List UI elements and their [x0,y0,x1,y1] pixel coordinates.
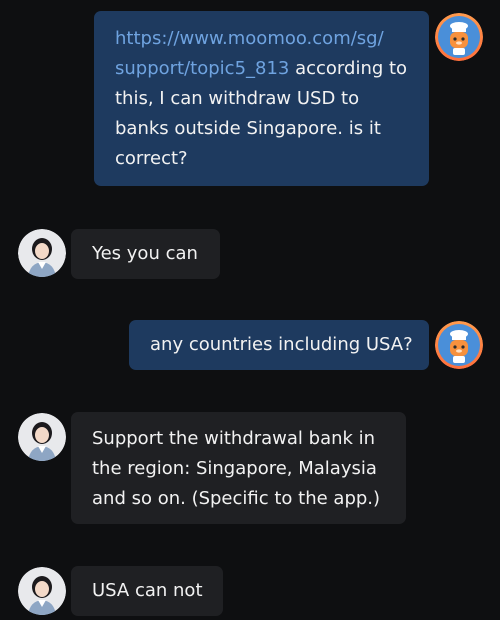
support-link-continued[interactable]: support/topic5_813 [115,58,289,79]
message-text: banks outside Singapore. is it [115,118,381,139]
message-text: Support the withdrawal bank in [92,428,376,449]
support-agent-avatar-icon [18,567,66,615]
message-text: this, I can withdraw USD to [115,88,360,109]
agent-message-bubble: Yes you can [71,229,220,279]
user-message-bubble: any countries including USA? [129,320,429,370]
message-text: any countries including USA? [150,334,413,355]
mascot-chef-avatar-icon [435,13,483,61]
mascot-chef-avatar-icon [435,321,483,369]
agent-message-bubble: USA can not [71,566,223,616]
message-text: correct? [115,148,188,169]
agent-message-bubble: Support the withdrawal bank in the regio… [71,412,406,524]
message-text: according to [289,58,408,79]
message-text: and so on. (Specific to the app.) [92,488,381,509]
message-text: the region: Singapore, Malaysia [92,458,377,479]
message-text: USA can not [92,580,203,601]
chat-transcript: https://www.moomoo.com/sg/ support/topic… [0,0,500,620]
message-text: Yes you can [92,243,198,264]
support-agent-avatar-icon [18,229,66,277]
support-agent-avatar-icon [18,413,66,461]
support-link[interactable]: https://www.moomoo.com/sg/ [115,28,384,49]
user-message-bubble: https://www.moomoo.com/sg/ support/topic… [94,11,429,186]
